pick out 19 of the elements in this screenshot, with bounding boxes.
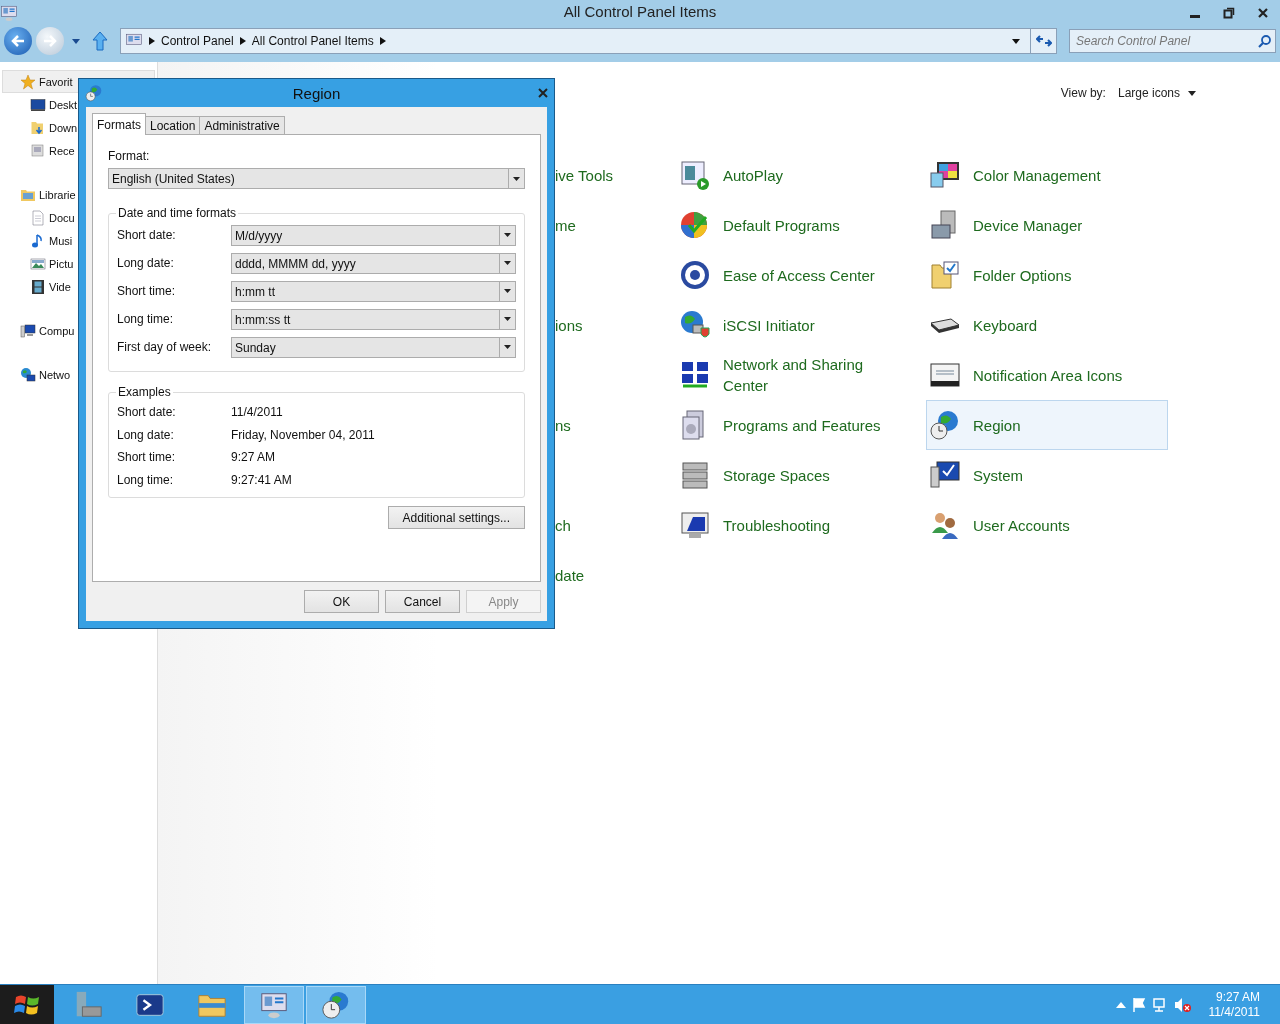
dialog-title: Region [292,84,341,102]
group-title: Date and time formats [116,206,239,220]
format-label: Format: [108,149,151,163]
window-title: All Control Panel Items [563,3,717,20]
field-label: Short time: [117,284,177,298]
example-label: Long date: [117,427,175,442]
field-label: Long date: [117,256,175,270]
example-label: Short date: [117,405,177,420]
example-value: Friday, November 04, 2011 [231,427,375,442]
example-value: 9:27:41 AM [231,472,292,487]
example-label: Short time: [117,450,177,465]
field-label: First day of week: [117,340,213,354]
view-by-label: View by: [1060,86,1106,100]
example-label: Long time: [117,472,175,487]
example-value: 9:27 AM [231,450,276,465]
field-label: Short date: [117,228,177,242]
example-value: 11/4/2011 [231,405,283,420]
group-title: Examples [116,385,173,399]
field-label: Long time: [117,312,175,326]
